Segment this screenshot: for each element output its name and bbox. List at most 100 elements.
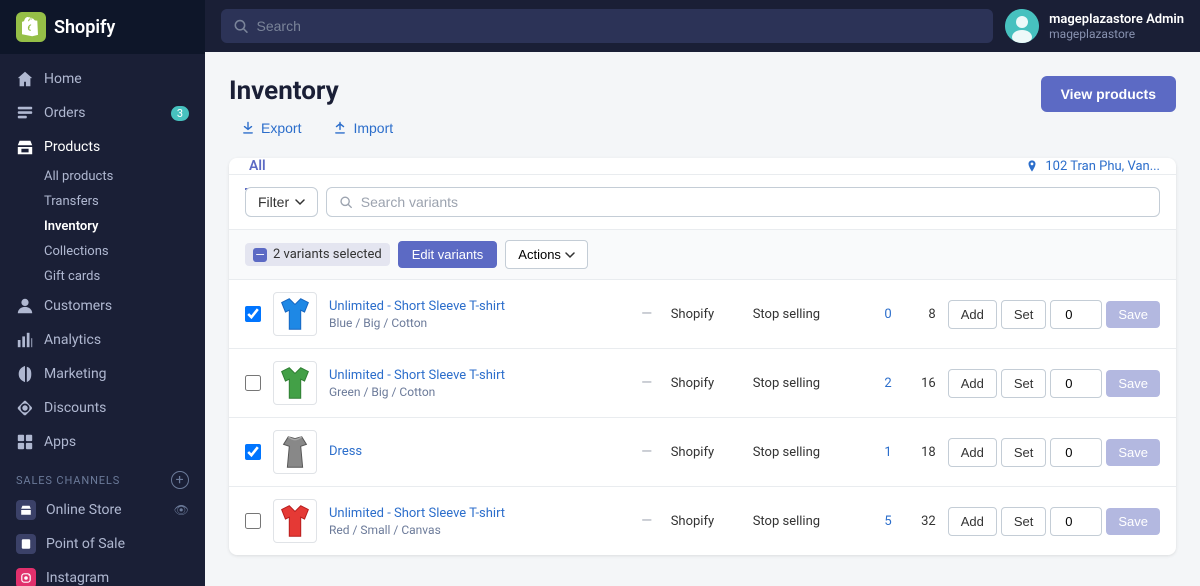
add-button[interactable]: Add [948, 300, 997, 329]
product-source: Shopify [671, 514, 741, 529]
save-button[interactable]: Save [1106, 508, 1160, 535]
set-button[interactable]: Set [1001, 507, 1047, 536]
search-box[interactable] [221, 9, 993, 43]
save-button[interactable]: Save [1106, 301, 1160, 328]
deselect-icon[interactable]: — [253, 248, 267, 262]
set-button[interactable]: Set [1001, 438, 1047, 467]
add-button[interactable]: Add [948, 369, 997, 398]
sidebar-item-analytics[interactable]: Analytics [0, 323, 205, 357]
product-info: Unlimited - Short Sleeve T-shirt Blue / … [329, 299, 623, 330]
qty-input[interactable] [1050, 438, 1102, 467]
qty-input[interactable] [1050, 369, 1102, 398]
sidebar-item-label-customers: Customers [44, 298, 112, 314]
row-checkbox[interactable] [245, 444, 261, 460]
edit-variants-button[interactable]: Edit variants [398, 241, 498, 268]
filter-button[interactable]: Filter [245, 187, 318, 217]
user-name: mageplazastore Admin [1049, 12, 1184, 27]
submenu-collections[interactable]: Collections [44, 239, 205, 264]
export-icon [241, 121, 255, 135]
product-name[interactable]: Unlimited - Short Sleeve T-shirt [329, 506, 623, 521]
location-icon [1025, 159, 1039, 173]
qty-available: 32 [904, 514, 936, 529]
add-button[interactable]: Add [948, 438, 997, 467]
sidebar-item-marketing[interactable]: Marketing [0, 357, 205, 391]
submenu-inventory[interactable]: Inventory [44, 214, 205, 239]
product-status: Stop selling [753, 445, 848, 460]
row-actions: Add Set Save [948, 300, 1160, 329]
search-variants-box[interactable] [326, 187, 1160, 217]
tabs-row: All 102 Tran Phu, Van... [229, 158, 1176, 175]
qty-available: 8 [904, 307, 936, 322]
add-button[interactable]: Add [948, 507, 997, 536]
qty-input[interactable] [1050, 300, 1102, 329]
qty-incoming[interactable]: 1 [860, 445, 892, 460]
shopify-logo-icon [16, 12, 46, 42]
save-button[interactable]: Save [1106, 370, 1160, 397]
submenu-transfers[interactable]: Transfers [44, 189, 205, 214]
selection-row: — 2 variants selected Edit variants Acti… [229, 230, 1176, 280]
inventory-card: All 102 Tran Phu, Van... Filter — 2 vari… [229, 158, 1176, 555]
qty-incoming[interactable]: 2 [860, 376, 892, 391]
orders-badge: 3 [171, 106, 189, 121]
product-name[interactable]: Dress [329, 444, 623, 459]
channel-instagram[interactable]: Instagram [0, 561, 205, 586]
sidebar-item-label-analytics: Analytics [44, 332, 101, 348]
analytics-icon [16, 331, 34, 349]
tab-all[interactable]: All [245, 158, 270, 190]
sidebar-item-discounts[interactable]: Discounts [0, 391, 205, 425]
home-icon [16, 70, 34, 88]
channel-pos[interactable]: Point of Sale [0, 527, 205, 561]
orders-icon [16, 104, 34, 122]
topbar: mageplazastore Admin mageplazastore [205, 0, 1200, 52]
main-content: Inventory Export Import View products Al… [205, 52, 1200, 586]
sidebar-item-orders[interactable]: Orders 3 [0, 96, 205, 130]
submenu-gift-cards[interactable]: Gift cards [44, 264, 205, 289]
product-variant: Red / Small / Canvas [329, 523, 623, 537]
location-badge[interactable]: 102 Tran Phu, Van... [1025, 159, 1160, 174]
set-button[interactable]: Set [1001, 300, 1047, 329]
row-checkbox[interactable] [245, 375, 261, 391]
dash-separator: — [635, 513, 659, 529]
eye-icon[interactable]: 👁 [174, 503, 189, 517]
view-products-button[interactable]: View products [1041, 76, 1176, 112]
sidebar-logo[interactable]: shopify [0, 0, 205, 54]
qty-incoming[interactable]: 0 [860, 307, 892, 322]
set-button[interactable]: Set [1001, 369, 1047, 398]
table-row: Unlimited - Short Sleeve T-shirt Blue / … [229, 280, 1176, 349]
search-variants-icon [339, 195, 353, 209]
pos-icon [16, 534, 36, 554]
import-button[interactable]: Import [321, 114, 405, 142]
discounts-icon [16, 399, 34, 417]
product-source: Shopify [671, 445, 741, 460]
user-info: mageplazastore Admin mageplazastore [1049, 12, 1184, 41]
user-area[interactable]: mageplazastore Admin mageplazastore [1005, 9, 1184, 43]
export-button[interactable]: Export [229, 114, 313, 142]
row-checkbox[interactable] [245, 306, 261, 322]
product-status: Stop selling [753, 307, 848, 322]
product-name[interactable]: Unlimited - Short Sleeve T-shirt [329, 299, 623, 314]
actions-button[interactable]: Actions [505, 240, 588, 269]
qty-incoming[interactable]: 5 [860, 514, 892, 529]
row-checkbox[interactable] [245, 513, 261, 529]
sidebar-item-label-discounts: Discounts [44, 400, 106, 416]
product-thumbnail [273, 499, 317, 543]
add-channel-button[interactable]: + [171, 471, 189, 489]
sidebar-item-products[interactable]: Products [0, 130, 205, 164]
sidebar-item-home[interactable]: Home [0, 62, 205, 96]
page-title-area: Inventory Export Import [229, 76, 405, 142]
save-button[interactable]: Save [1106, 439, 1160, 466]
qty-input[interactable] [1050, 507, 1102, 536]
store-icon [16, 500, 36, 520]
search-variants-input[interactable] [361, 194, 1147, 210]
chevron-down-icon [295, 197, 305, 207]
search-input[interactable] [257, 18, 982, 34]
marketing-icon [16, 365, 34, 383]
product-source: Shopify [671, 376, 741, 391]
channel-online-store[interactable]: Online Store 👁 [0, 493, 205, 527]
sidebar-item-customers[interactable]: Customers [0, 289, 205, 323]
filter-row: Filter [229, 175, 1176, 230]
product-name[interactable]: Unlimited - Short Sleeve T-shirt [329, 368, 623, 383]
sidebar-item-apps[interactable]: Apps [0, 425, 205, 459]
submenu-all-products[interactable]: All products [44, 164, 205, 189]
product-status: Stop selling [753, 514, 848, 529]
